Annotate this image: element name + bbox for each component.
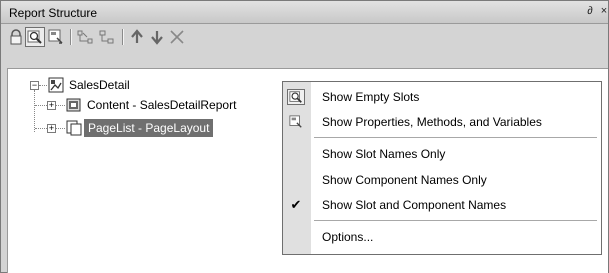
menu-item-slot-names-only[interactable]: Show Slot Names Only — [283, 142, 601, 166]
group-button[interactable] — [97, 27, 117, 47]
link-icon — [77, 30, 93, 44]
show-properties-button[interactable] — [46, 27, 66, 47]
report-icon — [48, 77, 64, 93]
toolbar — [1, 24, 608, 49]
tree-node-pagelist[interactable]: PageList - PageLayout — [84, 119, 214, 137]
lock-button[interactable] — [6, 27, 26, 47]
group-icon — [99, 30, 114, 44]
move-down-button[interactable] — [147, 27, 167, 47]
close-icon[interactable]: × — [598, 5, 609, 17]
context-menu: Show Empty Slots Show Properties, Method… — [282, 81, 602, 255]
tree-connector — [35, 105, 47, 106]
menu-item-label: Show Component Names Only — [322, 173, 487, 187]
delete-icon — [170, 30, 184, 44]
toolbar-separator — [122, 29, 124, 45]
menu-item-component-names-only[interactable]: Show Component Names Only — [283, 168, 601, 192]
link-button[interactable] — [75, 27, 95, 47]
pagelist-icon — [66, 120, 82, 136]
find-icon — [289, 91, 302, 103]
menu-separator — [314, 220, 597, 221]
menu-item-options[interactable]: Options... — [283, 225, 601, 249]
menu-item-show-properties[interactable]: Show Properties, Methods, and Variables — [283, 110, 601, 134]
arrow-down-icon — [151, 31, 163, 45]
menu-separator — [314, 137, 597, 138]
panel-title: Report Structure — [9, 6, 98, 20]
menu-icon-slot — [287, 114, 305, 130]
properties-icon — [48, 29, 63, 44]
report-structure-panel: Report Structure ∂ × − SalesDetail + Con… — [0, 0, 609, 273]
content-icon — [66, 98, 81, 112]
menu-item-label: Show Properties, Methods, and Variables — [322, 115, 542, 129]
tree-connector — [35, 128, 47, 129]
tree-node-content[interactable]: Content - SalesDetailReport — [87, 98, 236, 112]
expand-toggle[interactable]: + — [47, 101, 56, 110]
tree-connector — [39, 85, 47, 86]
properties-icon — [289, 115, 302, 128]
tree-node-root[interactable]: SalesDetail — [69, 78, 130, 92]
find-icon — [27, 30, 42, 44]
menu-item-show-empty-slots[interactable]: Show Empty Slots — [283, 85, 601, 109]
menu-item-label: Show Empty Slots — [322, 90, 420, 104]
checkmark-icon: ✔ — [290, 197, 302, 212]
arrow-up-icon — [131, 29, 143, 43]
menu-item-slot-and-component-names[interactable]: ✔ Show Slot and Component Names — [283, 193, 601, 217]
menu-icon-slot — [287, 89, 305, 105]
tree-connector — [56, 128, 65, 129]
lock-icon — [10, 29, 22, 45]
tree-connector — [56, 105, 65, 106]
expand-toggle[interactable]: + — [47, 124, 56, 133]
title-bar: Report Structure ∂ × — [1, 1, 608, 24]
show-empty-slots-button[interactable] — [25, 27, 45, 47]
tree-connector — [34, 90, 35, 132]
menu-item-label: Show Slot Names Only — [322, 147, 446, 161]
menu-item-label: Show Slot and Component Names — [322, 198, 507, 212]
collapse-toggle[interactable]: − — [30, 81, 39, 90]
menu-item-label: Options... — [322, 230, 374, 244]
delete-button[interactable] — [167, 27, 187, 47]
move-up-button[interactable] — [127, 27, 147, 47]
toolbar-separator — [70, 29, 72, 45]
pin-icon[interactable]: ∂ — [584, 5, 596, 17]
